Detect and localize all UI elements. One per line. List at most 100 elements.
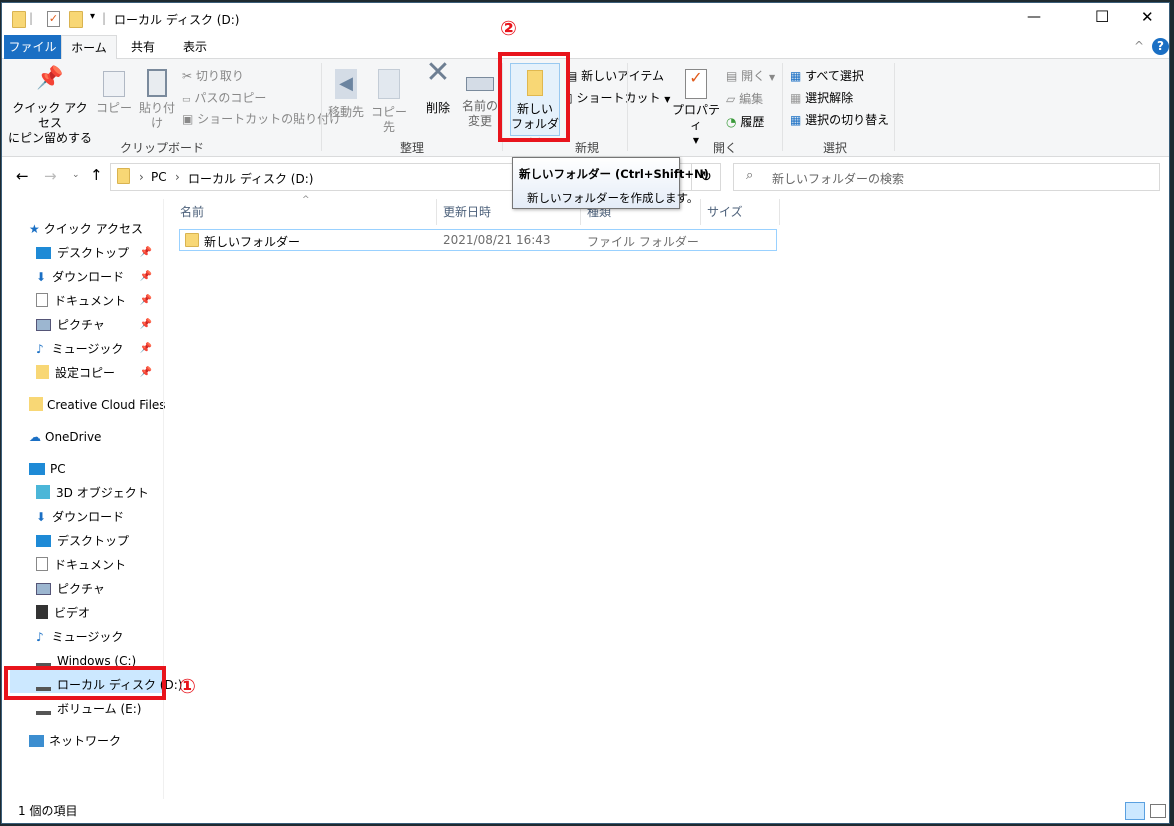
invert-selection-button[interactable]: ▦ 選択の切り替え <box>790 113 889 127</box>
edit-button[interactable]: ▱ 編集 <box>726 92 763 106</box>
pictures-icon <box>36 583 51 595</box>
nav-item-downloads[interactable]: ⬇ ダウンロード 📌 <box>36 269 158 285</box>
rename-icon <box>466 77 494 91</box>
cut-button[interactable]: ✂ 切り取り <box>182 69 244 83</box>
copy-button[interactable]: コピー <box>96 71 132 116</box>
tab-view[interactable]: 表示 <box>172 35 218 59</box>
copy-to-button[interactable]: コピー先 <box>368 69 410 135</box>
pin-icon: 📌 <box>36 66 64 91</box>
nav-item-music-pc[interactable]: ♪ ミュージック <box>36 629 123 645</box>
music-icon: ♪ <box>36 630 44 644</box>
pin-icon: 📌 <box>139 247 152 258</box>
copy-path-button[interactable]: ▭ パスのコピー <box>182 91 266 107</box>
select-all-button[interactable]: ▦ すべて選択 <box>790 69 864 83</box>
nav-item-settings-copy[interactable]: 設定コピー 📌 <box>36 365 158 381</box>
nav-pc[interactable]: PC <box>29 461 66 477</box>
tooltip-description: 新しいフォルダーを作成します。 <box>527 191 699 205</box>
details-view-button[interactable] <box>1125 802 1145 820</box>
tab-file[interactable]: ファイル <box>4 35 61 59</box>
desktop-icon <box>36 247 51 259</box>
file-name: 新しいフォルダー <box>204 235 301 249</box>
highlight-box-drive-d <box>4 666 166 700</box>
nav-item-3d-objects[interactable]: 3D オブジェクト <box>36 485 149 501</box>
nav-item-desktop[interactable]: デスクトップ 📌 <box>36 245 158 261</box>
open-button[interactable]: ▤ 開く ▼ <box>726 69 775 85</box>
nav-item-pictures[interactable]: ピクチャ 📌 <box>36 317 158 333</box>
breadcrumb-pc[interactable]: PC <box>151 170 167 184</box>
window-title: ローカル ディスク (D:) <box>114 13 240 27</box>
rename-button[interactable]: 名前の 変更 <box>460 69 500 129</box>
nav-onedrive[interactable]: ☁ OneDrive <box>29 429 101 445</box>
move-icon: ◀ <box>335 69 357 99</box>
select-none-icon: ▦ <box>790 91 802 105</box>
new-folder-qa-icon[interactable] <box>69 11 83 28</box>
pin-quick-access-button[interactable]: 📌 クイック アクセス にピン留めする <box>8 66 92 146</box>
file-row[interactable]: 新しいフォルダー 2021/08/21 16:43 ファイル フォルダー <box>179 229 777 251</box>
music-icon: ♪ <box>36 342 44 356</box>
invert-selection-icon: ▦ <box>790 113 802 127</box>
easy-access-button[interactable]: ▯ ショートカット ▼ <box>566 91 670 107</box>
nav-item-drive-e[interactable]: ボリューム (E:) <box>36 701 141 717</box>
delete-x-icon: ✕ <box>425 55 451 90</box>
open-icon: ▤ <box>726 69 738 83</box>
search-input[interactable]: 新しいフォルダーの検索 <box>772 170 904 187</box>
nav-item-downloads-pc[interactable]: ⬇ ダウンロード <box>36 509 124 525</box>
copy-icon <box>103 71 125 97</box>
star-icon: ★ <box>29 222 40 236</box>
forward-button[interactable]: → <box>44 167 57 185</box>
delete-button[interactable]: ✕ 削除 <box>420 55 456 116</box>
move-to-button[interactable]: ◀ 移動先 <box>326 69 366 120</box>
3d-objects-icon <box>36 485 50 499</box>
download-icon: ⬇ <box>36 270 47 284</box>
maximize-button[interactable]: ☐ <box>1095 7 1109 26</box>
nav-item-music[interactable]: ♪ ミュージック 📌 <box>36 341 158 357</box>
history-button[interactable]: ◔ 履歴 <box>726 115 764 129</box>
nav-item-videos[interactable]: ビデオ <box>36 605 90 621</box>
group-select-label: 選択 <box>822 141 847 155</box>
recent-locations-button[interactable]: ⌄ <box>72 170 80 180</box>
highlight-box-new-folder <box>498 52 570 142</box>
folder-icon <box>36 365 49 379</box>
breadcrumb-drive[interactable]: ローカル ディスク (D:) <box>188 170 313 187</box>
nav-item-pictures-pc[interactable]: ピクチャ <box>36 581 105 597</box>
paste-button[interactable]: 貼り付け <box>134 69 180 131</box>
new-item-button[interactable]: ▤ 新しいアイテム <box>566 69 664 83</box>
nav-quick-access[interactable]: ★ クイック アクセス <box>29 221 143 237</box>
folder-icon <box>117 168 130 184</box>
large-icons-view-button[interactable] <box>1150 804 1166 818</box>
customize-qa-icon[interactable]: ▾ <box>90 11 95 22</box>
back-button[interactable]: ← <box>16 167 29 185</box>
search-box[interactable]: ⌕ 新しいフォルダーの検索 <box>733 163 1160 191</box>
properties-qa-icon[interactable]: ✓ <box>47 11 60 27</box>
annotation-two: ② <box>500 16 517 40</box>
desktop-icon <box>36 535 51 547</box>
group-clipboard-label: クリップボード <box>119 141 204 155</box>
copy-to-icon <box>378 69 400 99</box>
navigation-pane: ★ クイック アクセス デスクトップ 📌 ⬇ ダウンロード 📌 ドキュメント 📌 ピクチャ… <box>2 199 182 799</box>
minimize-button[interactable]: — <box>1027 9 1041 25</box>
collapse-ribbon-icon[interactable]: ^ <box>1134 39 1144 53</box>
nav-item-documents[interactable]: ドキュメント 📌 <box>36 293 158 309</box>
help-icon[interactable]: ? <box>1152 38 1169 55</box>
tab-share[interactable]: 共有 <box>120 35 166 59</box>
ribbon-tabs: ファイル ホーム 共有 表示 ^ ? <box>2 35 1169 60</box>
close-button[interactable]: ✕ <box>1141 8 1154 26</box>
path-icon: ▭ <box>182 95 191 105</box>
tooltip-title: 新しいフォルダー (Ctrl+Shift+N) <box>519 167 709 181</box>
nav-item-documents-pc[interactable]: ドキュメント <box>36 557 126 573</box>
group-organize-label: 整理 <box>399 141 424 155</box>
title-bar: | ✓ ▾ | ローカル ディスク (D:) — ☐ ✕ <box>2 3 1169 35</box>
properties-button[interactable]: ✓ プロパティ ▼ <box>670 69 722 148</box>
nav-creative-cloud[interactable]: Creative Cloud Files <box>29 397 166 413</box>
new-folder-tooltip: 新しいフォルダー (Ctrl+Shift+N) 新しいフォルダーを作成します。 <box>512 157 709 209</box>
column-header-name[interactable]: 名前 <box>180 199 437 225</box>
creative-cloud-folder-icon <box>29 397 43 411</box>
pictures-icon <box>36 319 51 331</box>
nav-item-desktop-pc[interactable]: デスクトップ <box>36 533 129 549</box>
column-header-size[interactable]: サイズ <box>707 199 780 225</box>
select-none-button[interactable]: ▦ 選択解除 <box>790 91 853 105</box>
nav-network[interactable]: ネットワーク <box>29 733 121 749</box>
paste-shortcut-button[interactable]: ▣ ショートカットの貼り付け <box>182 112 341 126</box>
tab-home[interactable]: ホーム <box>61 35 117 60</box>
up-button[interactable]: ↑ <box>90 166 103 184</box>
